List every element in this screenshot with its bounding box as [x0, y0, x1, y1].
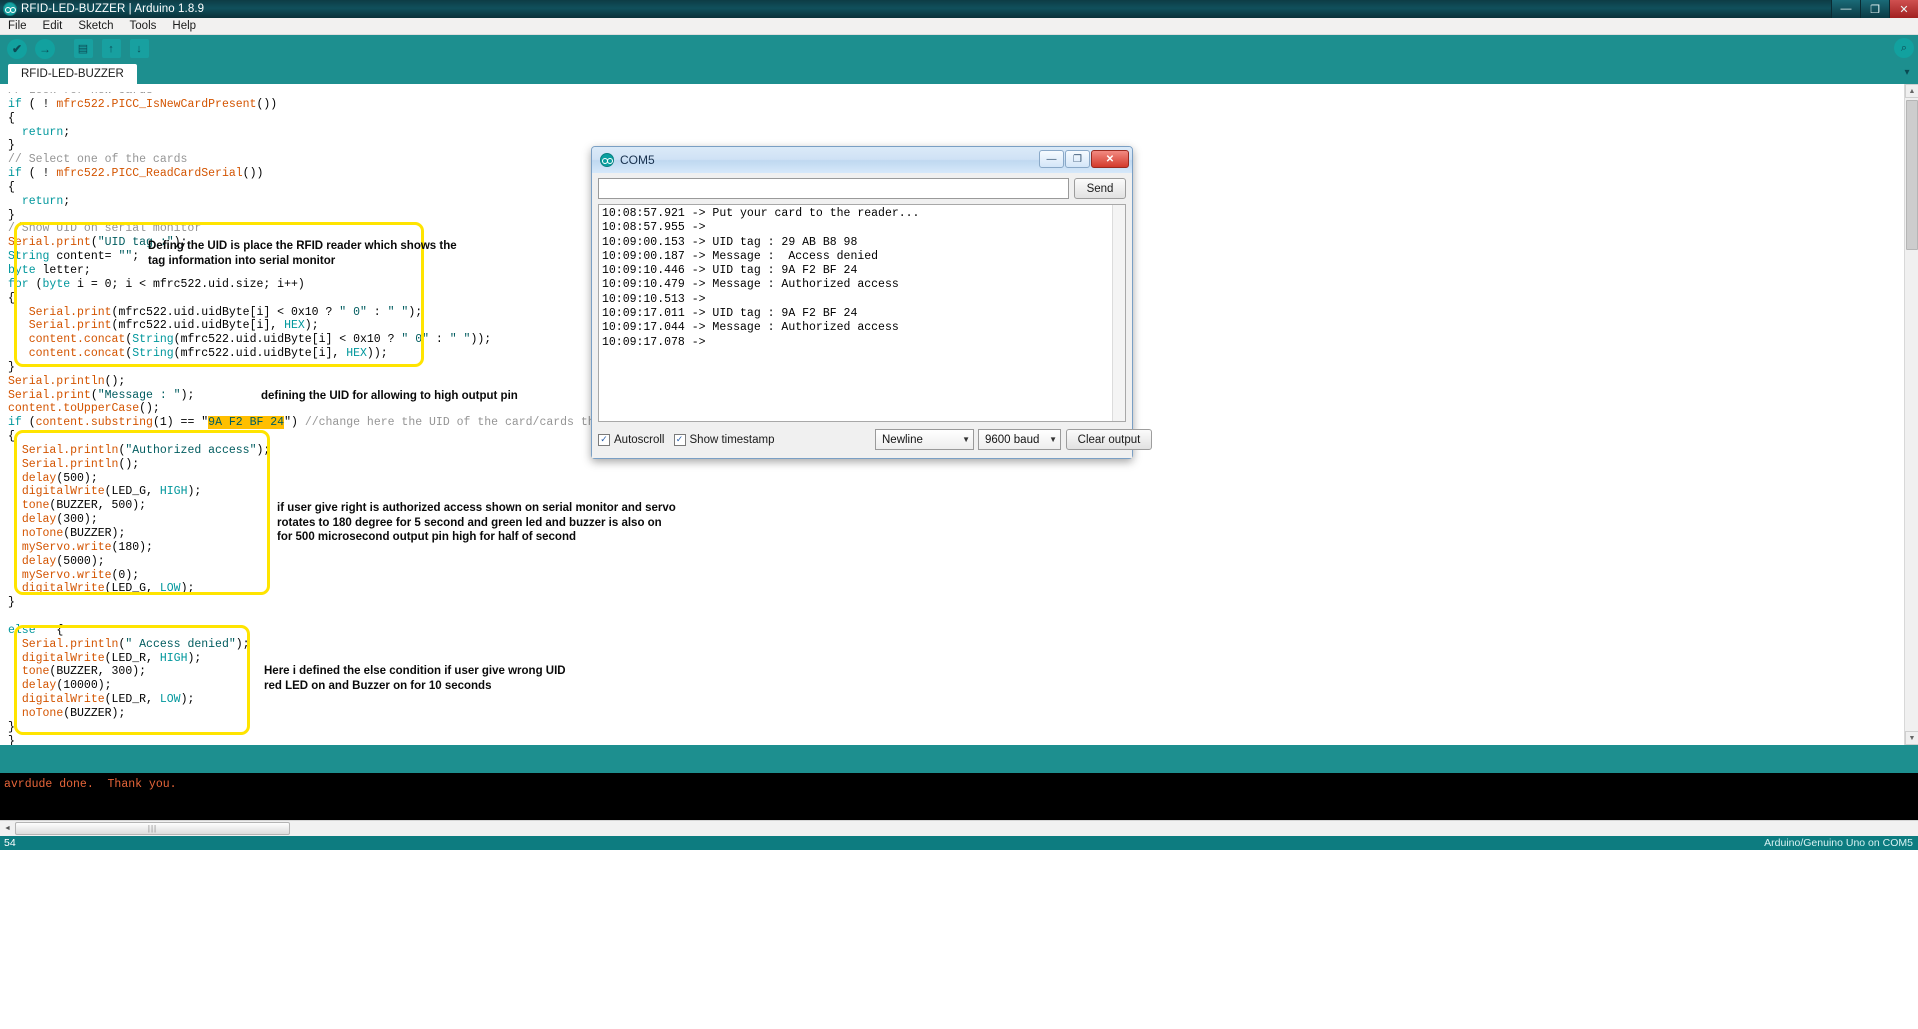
serial-output-line: 10:09:10.513 -> [602, 292, 706, 306]
serial-close-button[interactable]: ✕ [1091, 150, 1129, 168]
tab-rfid-led-buzzer[interactable]: RFID-LED-BUZZER [8, 64, 137, 84]
serial-title-bar: COM5 — ❐ ✕ [592, 147, 1132, 173]
minimize-button[interactable]: — [1831, 0, 1860, 18]
menu-sketch[interactable]: Sketch [70, 18, 121, 35]
scroll-left-icon[interactable]: ◄ [0, 821, 15, 836]
chevron-down-icon[interactable]: ▾ [1900, 65, 1914, 79]
status-bar [0, 745, 1918, 773]
page-background [0, 850, 1918, 1029]
arrow-right-icon: → [35, 38, 55, 59]
menu-tools[interactable]: Tools [122, 18, 165, 35]
arduino-ide-window: RFID-LED-BUZZER | Arduino 1.8.9 — ❐ ✕ Fi… [0, 0, 1918, 1029]
save-sketch-button[interactable]: ↓ [127, 38, 151, 60]
horizontal-scrollbar[interactable]: ◄ ||| [0, 820, 1918, 836]
arduino-logo-icon [600, 153, 614, 167]
title-bar: RFID-LED-BUZZER | Arduino 1.8.9 — ❐ ✕ [0, 0, 1918, 18]
serial-output-scrollbar[interactable] [1112, 205, 1125, 421]
serial-output-line: 10:09:00.153 -> UID tag : 29 AB B8 98 [602, 235, 858, 249]
scroll-down-icon[interactable]: ▼ [1905, 731, 1918, 745]
check-icon: ✔ [7, 38, 27, 59]
menu-help[interactable]: Help [164, 18, 204, 35]
open-sketch-button[interactable]: ↑ [99, 38, 123, 60]
hscroll-track[interactable]: ||| [15, 821, 1918, 836]
checkbox-checked-icon: ✓ [598, 433, 610, 446]
console-output: avrdude done. Thank you. [0, 773, 1918, 820]
baud-rate-value: 9600 baud [985, 433, 1040, 446]
arrow-up-icon: ↑ [101, 39, 121, 58]
menu-edit[interactable]: Edit [35, 18, 71, 35]
serial-minimize-button[interactable]: — [1039, 150, 1064, 168]
annotation-note-3: if user give right is authorized access … [277, 502, 676, 543]
baud-rate-select[interactable]: 9600 baud ▼ [978, 429, 1061, 450]
serial-output-line: 10:09:17.011 -> UID tag : 9A F2 BF 24 [602, 307, 858, 321]
line-ending-value: Newline [882, 433, 923, 446]
window-controls: — ❐ ✕ [1831, 0, 1918, 18]
serial-output-line: 10:09:17.078 -> [602, 335, 706, 349]
bottom-bar: 54 Arduino/Genuino Uno on COM5 [0, 836, 1918, 850]
new-file-icon: ▤ [73, 39, 93, 58]
menu-bar: File Edit Sketch Tools Help [0, 18, 1918, 35]
send-button[interactable]: Send [1074, 178, 1126, 199]
serial-window-controls: — ❐ ✕ [1038, 150, 1129, 168]
serial-body: Send 10:08:57.921 -> Put your card to th… [592, 173, 1152, 458]
autoscroll-checkbox[interactable]: ✓ Autoscroll [598, 433, 665, 446]
line-ending-select[interactable]: Newline ▼ [875, 429, 974, 450]
editor-vertical-scrollbar[interactable]: ▲ ▼ [1904, 84, 1918, 745]
serial-maximize-button[interactable]: ❐ [1065, 150, 1090, 168]
annotation-note-4: Here i defined the else condition if use… [264, 665, 566, 692]
chevron-down-icon: ▼ [962, 435, 970, 444]
serial-input-row: Send [598, 178, 1126, 199]
serial-footer: ✓ Autoscroll ✓ Show timestamp Newline ▼ … [598, 427, 1152, 452]
serial-output-panel[interactable]: 10:08:57.921 -> Put your card to the rea… [598, 204, 1126, 422]
serial-output-line: 10:08:57.921 -> Put your card to the rea… [602, 207, 920, 220]
serial-monitor-window: COM5 — ❐ ✕ Send 10:08:57.921 -> Put your… [591, 146, 1152, 459]
checkbox-checked-icon: ✓ [673, 433, 686, 446]
chevron-down-icon: ▼ [1049, 435, 1057, 444]
board-info: Arduino/Genuino Uno on COM5 [1764, 837, 1913, 849]
annotation-note-1: Defing the UID is place the RFID reader … [148, 240, 457, 267]
serial-output-line: 10:09:10.446 -> UID tag : 9A F2 BF 24 [602, 264, 858, 278]
toolbar: ✔ → ▤ ↑ ↓ ⌕ [0, 35, 1918, 62]
serial-output-lines: 10:08:57.921 -> Put your card to the rea… [602, 207, 1125, 350]
arduino-logo-icon [3, 2, 17, 16]
window-title: RFID-LED-BUZZER | Arduino 1.8.9 [21, 3, 205, 15]
arrow-down-icon: ↓ [129, 39, 149, 58]
serial-send-input[interactable] [598, 178, 1069, 199]
annotation-note-2: defining the UID for allowing to high ou… [261, 390, 518, 402]
close-button[interactable]: ✕ [1889, 0, 1918, 18]
hscroll-thumb[interactable]: ||| [15, 822, 290, 835]
maximize-button[interactable]: ❐ [1860, 0, 1889, 18]
show-timestamp-checkbox[interactable]: ✓ Show timestamp [673, 433, 775, 446]
serial-output-line: 10:09:00.187 -> Message : Access denied [602, 249, 879, 263]
serial-output-line: 10:08:57.955 -> [602, 221, 706, 235]
line-number-indicator: 54 [0, 836, 1918, 850]
scroll-up-icon[interactable]: ▲ [1905, 84, 1918, 98]
serial-window-title: COM5 [620, 153, 655, 167]
clear-output-button[interactable]: Clear output [1066, 429, 1152, 450]
serial-monitor-button[interactable]: ⌕ [1894, 38, 1914, 58]
serial-output-line: 10:09:17.044 -> Message : Authorized acc… [602, 321, 899, 335]
autoscroll-label: Autoscroll [614, 433, 665, 446]
tab-strip: RFID-LED-BUZZER ▾ [0, 62, 1918, 84]
verify-button[interactable]: ✔ [5, 38, 29, 60]
scrollbar-thumb[interactable] [1906, 100, 1918, 250]
upload-button[interactable]: → [33, 38, 57, 60]
serial-output-line: 10:09:10.479 -> Message : Authorized acc… [602, 278, 899, 292]
new-sketch-button[interactable]: ▤ [71, 38, 95, 60]
show-timestamp-label: Show timestamp [689, 433, 775, 446]
menu-file[interactable]: File [0, 18, 35, 35]
